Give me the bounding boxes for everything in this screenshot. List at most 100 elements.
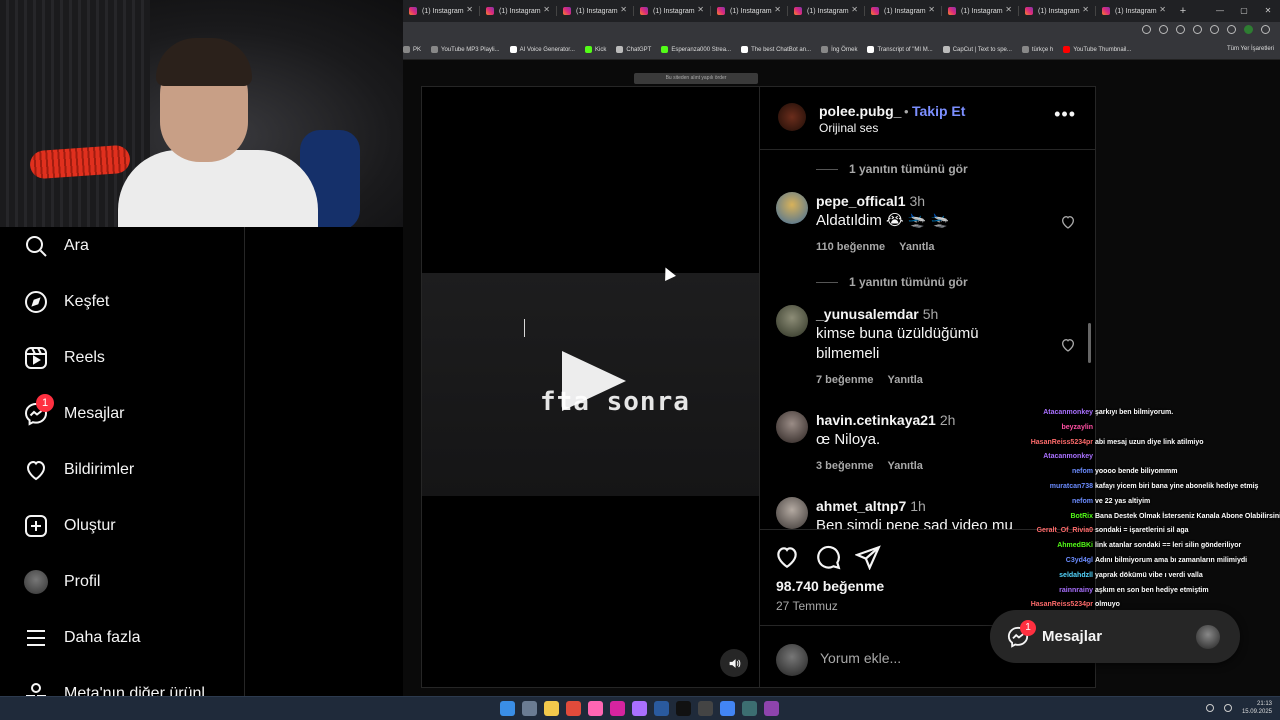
bookmark-item[interactable]: The best ChatBot an... [741,46,811,53]
new-tab-button[interactable]: + [1173,5,1193,17]
chrome-icon[interactable] [720,701,735,716]
bookmark-item[interactable]: CapCut | Text to spe... [942,46,1012,53]
browser-tab[interactable]: (1) Instagram ✕ [942,0,1019,22]
sidebar-item-explore[interactable]: Keşfet [24,288,109,316]
close-tab-icon[interactable]: ✕ [466,5,473,14]
app-icon[interactable] [566,701,581,716]
tiktok-icon[interactable] [676,701,691,716]
avatar[interactable] [776,497,808,529]
bookmark-item[interactable]: Esperanza000 Strea... [661,46,731,53]
instagram-app-icon[interactable] [610,701,625,716]
bookmark-item[interactable]: ChatGPT [616,46,651,53]
sidebar-item-more[interactable]: Daha fazla [24,624,141,652]
app-icon[interactable] [742,701,757,716]
comment-username[interactable]: _yunusalemdar [816,306,919,322]
bookmark-item[interactable]: YouTube MP3 Playli... [431,46,500,53]
close-tab-icon[interactable]: ✕ [1005,5,1012,14]
sidebar-item-search[interactable]: Ara [24,232,89,260]
browser-tab[interactable]: (1) Instagram ✕ [634,0,711,22]
bookmark-item[interactable]: Transcript of "MI M... [867,46,933,53]
view-replies-link[interactable]: 1 yanıtın tümünü gör [816,162,968,176]
comment-likes[interactable]: 7 beğenme [816,374,873,386]
avatar[interactable] [776,305,808,337]
bookmark-item[interactable]: YouTube Thumbnail... [1063,46,1131,53]
close-tab-icon[interactable]: ✕ [928,5,935,14]
reply-button[interactable]: Yanıtla [887,460,922,472]
comment-username[interactable]: pepe_offical1 [816,193,905,209]
post-owner-username[interactable]: polee.pubg_ [819,103,901,119]
avatar[interactable] [776,192,808,224]
tab-search-icon[interactable] [1227,25,1236,34]
kebab-menu-icon[interactable] [1261,25,1270,34]
install-app-icon[interactable] [1142,25,1151,34]
avatar[interactable] [776,411,808,443]
browser-tab[interactable]: (1) Instagram ✕ [711,0,788,22]
clock[interactable]: 21:13 15.09.2025 [1242,700,1272,716]
bookmark-star-icon[interactable] [1176,25,1185,34]
bookmark-item[interactable]: PK [403,46,421,53]
app-icon[interactable] [588,701,603,716]
bookmark-item[interactable]: AI Voice Generator... [509,46,575,53]
sidebar-item-create[interactable]: Oluştur [24,512,116,540]
zoom-icon[interactable] [1159,25,1168,34]
likes-count[interactable]: 98.740 beğenme [776,578,884,594]
volume-icon[interactable] [1223,704,1232,712]
browser-tab[interactable]: (1) Instagram ✕ [480,0,557,22]
close-tab-icon[interactable]: ✕ [1082,5,1089,14]
app-icon[interactable] [632,701,647,716]
like-heart-icon[interactable] [774,544,800,570]
reply-button[interactable]: Yanıtla [887,374,922,386]
bookmark-item[interactable]: Kick [584,46,606,53]
extensions-puzzle-icon[interactable] [1210,25,1219,34]
maximize-icon[interactable]: ▢ [1232,0,1256,22]
browser-tab[interactable]: (1) Instagram ✕ [788,0,865,22]
comment-bubble-icon[interactable] [815,544,841,570]
comment-username[interactable]: ahmet_altnp7 [816,498,906,514]
sidebar-item-notifications[interactable]: Bildirimler [24,456,134,484]
task-view-icon[interactable] [522,701,537,716]
file-explorer-icon[interactable] [544,701,559,716]
close-tab-icon[interactable]: ✕ [774,5,781,14]
comment-like-heart-icon[interactable] [1060,337,1076,353]
follow-button[interactable]: Takip Et [912,103,965,119]
capcut-icon[interactable] [698,701,713,716]
view-replies-link[interactable]: 1 yanıtın tümünü gör [816,275,968,289]
profile-avatar[interactable] [1244,25,1253,34]
close-tab-icon[interactable]: ✕ [1159,5,1166,14]
comment-likes[interactable]: 3 beğenme [816,460,873,472]
share-send-icon[interactable] [855,544,881,570]
bookmark-item[interactable]: İng Örnek [821,46,857,53]
browser-tab[interactable]: (1) Instagram ✕ [865,0,942,22]
browser-tab[interactable]: (1) Instagram ✕ [1019,0,1096,22]
close-tab-icon[interactable]: ✕ [697,5,704,14]
sidebar-item-messages[interactable]: 1 Mesajlar [24,394,124,428]
bookmark-item[interactable]: türkçe h [1021,46,1053,53]
browser-tab-active[interactable]: (1) Instagram ✕ [1096,0,1173,22]
close-tab-icon[interactable]: ✕ [620,5,627,14]
volume-button[interactable] [720,649,748,677]
audio-link[interactable]: Orijinal ses [819,121,878,135]
close-tab-icon[interactable]: ✕ [543,5,550,14]
close-tab-icon[interactable]: ✕ [851,5,858,14]
comment-input[interactable] [820,648,1020,668]
close-window-icon[interactable]: ✕ [1256,0,1280,22]
comments-scrollbar[interactable] [1088,323,1091,363]
comment-like-heart-icon[interactable] [1060,214,1076,230]
extension-icon[interactable] [1193,25,1202,34]
browser-tab[interactable]: (1) Instagram ✕ [403,0,480,22]
browser-tab[interactable]: (1) Instagram ✕ [557,0,634,22]
all-bookmarks-link[interactable]: Tüm Yer İşaretleri [1227,46,1274,52]
network-icon[interactable] [1205,704,1214,712]
windows-start-icon[interactable] [500,701,515,716]
minimize-icon[interactable]: — [1208,0,1232,22]
sidebar-item-reels[interactable]: Reels [24,344,105,372]
messages-popup-button[interactable]: 1 Mesajlar [990,610,1240,663]
comment-username[interactable]: havin.cetinkaya21 [816,412,936,428]
more-options-icon[interactable]: ••• [1054,105,1076,123]
reply-button[interactable]: Yanıtla [899,241,934,253]
comment-likes[interactable]: 110 beğenme [816,241,885,253]
avatar[interactable] [778,103,806,131]
obs-icon[interactable] [764,701,779,716]
photoshop-icon[interactable] [654,701,669,716]
sidebar-item-profile[interactable]: Profil [24,568,100,596]
